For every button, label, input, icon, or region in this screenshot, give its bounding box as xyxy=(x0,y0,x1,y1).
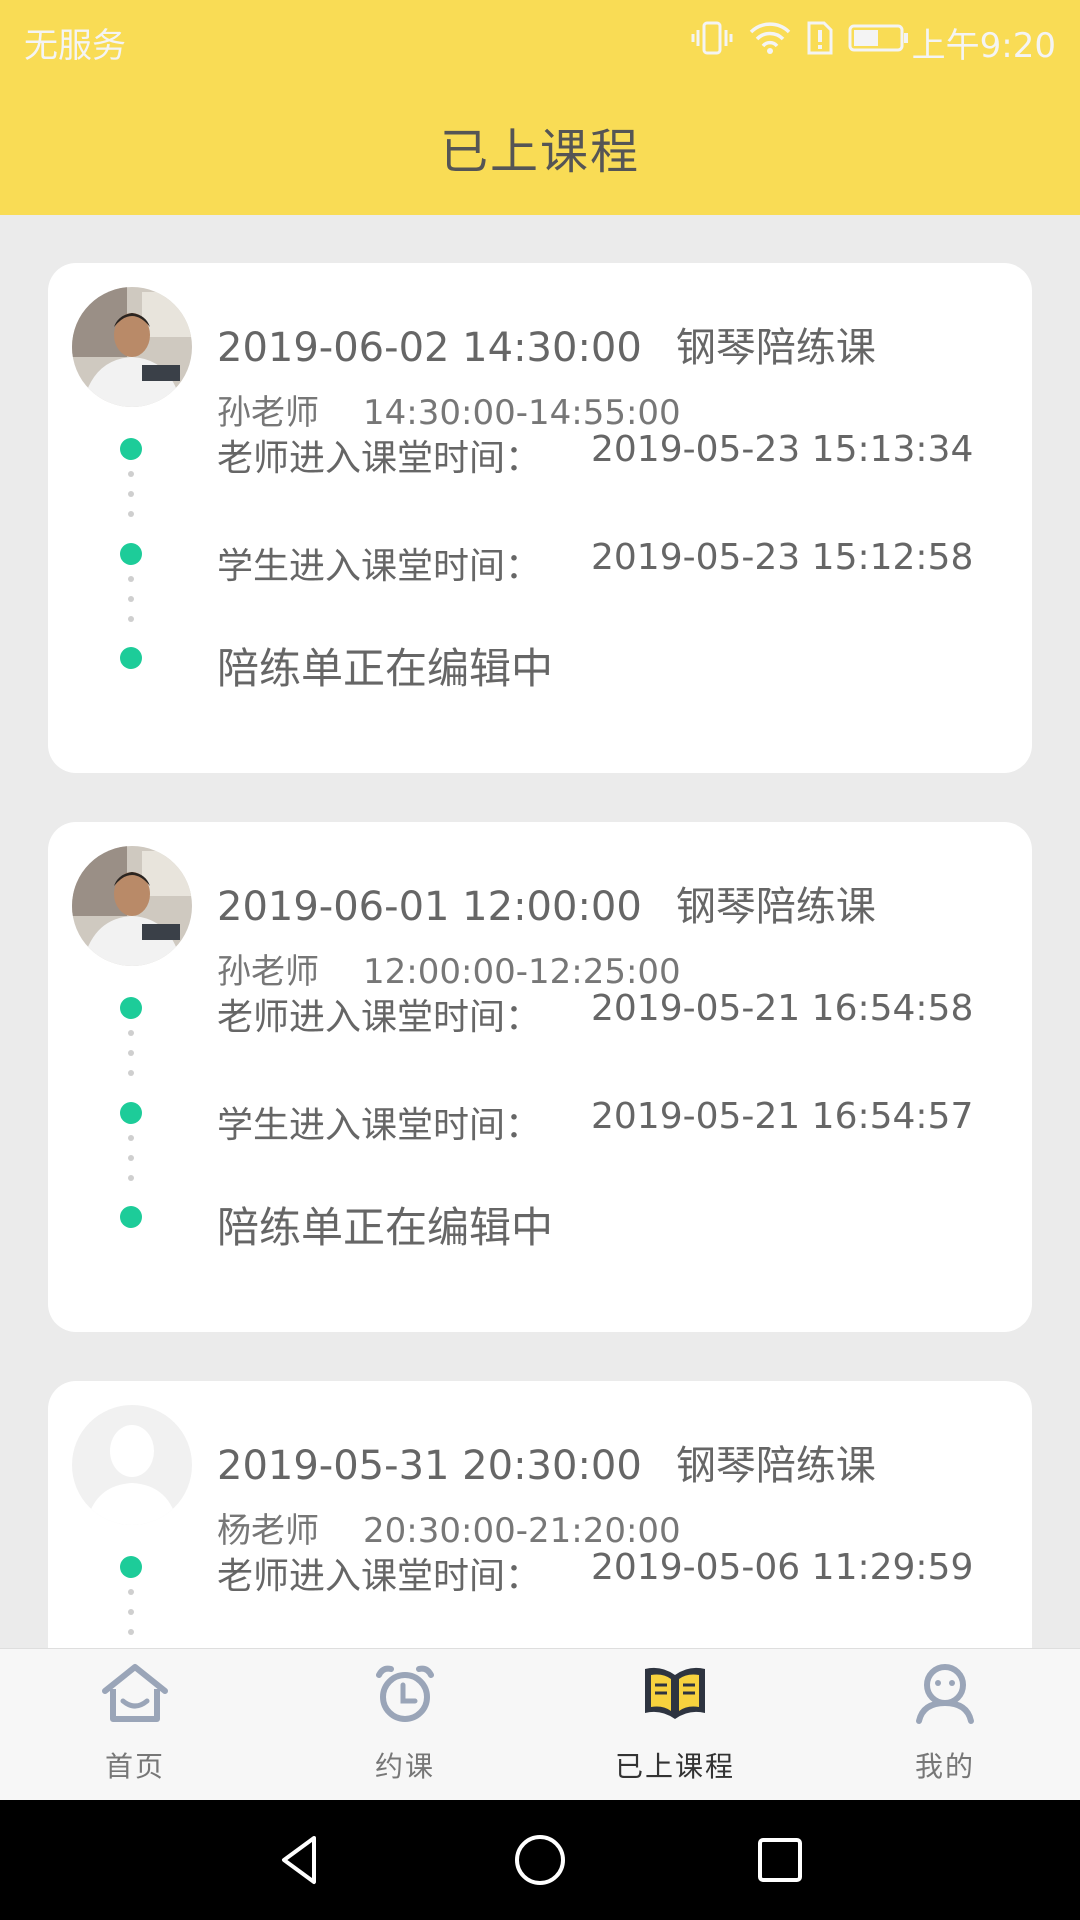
course-datetime: 2019-06-02 14:30:00 xyxy=(217,325,642,371)
timeline-dot xyxy=(120,1102,142,1124)
course-datetime: 2019-05-31 20:30:00 xyxy=(217,1443,642,1489)
teacher-enter-label: 老师进入课堂时间： xyxy=(217,997,542,1038)
tab-home-label: 首页 xyxy=(104,1750,165,1783)
course-time-range: 12:00:00-12:25:00 xyxy=(363,952,681,992)
carrier-text: 无服务 xyxy=(24,26,126,66)
status-icons xyxy=(690,18,910,58)
open-book-icon xyxy=(645,1667,705,1719)
sim-alert-icon xyxy=(807,21,833,55)
status-bar: 无服务 上午9:20 xyxy=(0,0,1080,75)
tab-completed-courses-label: 已上课程 xyxy=(614,1750,735,1783)
course-header: 2019-06-01 12:00:00 钢琴陪练课 xyxy=(217,874,876,932)
timeline-connector xyxy=(128,1030,134,1090)
recents-icon[interactable] xyxy=(750,1830,810,1890)
student-enter-row: 学生进入课堂时间： 2019-05-23 15:12:58 xyxy=(217,537,973,589)
timeline-dot xyxy=(120,647,142,669)
tab-home[interactable]: 首页 xyxy=(0,1649,270,1801)
teacher-name: 孙老师 xyxy=(217,952,319,992)
course-list[interactable]: 2019-06-02 14:30:00 钢琴陪练课 孙老师 14:30:00-14:… xyxy=(0,215,1080,1648)
timeline-dot xyxy=(120,1556,142,1578)
teacher-enter-time: 2019-05-23 15:13:34 xyxy=(591,429,974,470)
teacher-enter-label: 老师进入课堂时间： xyxy=(217,1556,542,1597)
default-avatar xyxy=(72,1405,192,1525)
teacher-enter-label: 老师进入课堂时间： xyxy=(217,438,542,479)
student-enter-label: 学生进入课堂时间： xyxy=(217,546,542,587)
user-icon xyxy=(916,1664,974,1724)
timeline-connector xyxy=(128,471,134,531)
timeline-connector xyxy=(128,576,134,636)
teacher-name: 孙老师 xyxy=(217,393,319,433)
tab-book-class[interactable]: 约课 xyxy=(270,1649,540,1801)
tab-book-class-label: 约课 xyxy=(374,1750,435,1783)
course-card[interactable]: 2019-06-01 12:00:00 钢琴陪练课 孙老师 12:00:00-12:… xyxy=(48,822,1032,1332)
course-datetime: 2019-06-01 12:00:00 xyxy=(217,884,642,930)
page-title: 已上课程 xyxy=(439,124,640,180)
app-header: 无服务 上午9:20 已上课程 xyxy=(0,0,1080,215)
course-header: 2019-05-31 20:30:00 钢琴陪练课 xyxy=(217,1433,876,1491)
student-enter-time: 2019-05-23 15:12:58 xyxy=(591,537,974,578)
course-subheader: 杨老师 20:30:00-21:20:00 xyxy=(217,1503,681,1552)
course-subheader: 孙老师 14:30:00-14:55:00 xyxy=(217,385,681,434)
course-header: 2019-06-02 14:30:00 钢琴陪练课 xyxy=(217,315,876,373)
back-icon[interactable] xyxy=(270,1830,330,1890)
timeline-connector xyxy=(128,1135,134,1195)
course-time-range: 20:30:00-21:20:00 xyxy=(363,1511,681,1551)
wifi-icon xyxy=(749,22,791,54)
home-icon xyxy=(102,1664,168,1722)
practice-sheet-status: 陪练单正在编辑中 xyxy=(217,644,554,693)
timeline-dot xyxy=(120,543,142,565)
bottom-tab-bar: 首页 约课 已上课程 我的 xyxy=(0,1648,1080,1800)
vibrate-icon xyxy=(691,21,733,55)
tab-mine[interactable]: 我的 xyxy=(810,1649,1080,1801)
course-card[interactable]: 2019-06-02 14:30:00 钢琴陪练课 孙老师 14:30:00-14:… xyxy=(48,263,1032,773)
course-time-range: 14:30:00-14:55:00 xyxy=(363,393,681,433)
tab-mine-label: 我的 xyxy=(914,1750,975,1783)
teacher-name: 杨老师 xyxy=(217,1511,319,1551)
timeline-dot xyxy=(120,1206,142,1228)
teacher-enter-time: 2019-05-06 11:29:59 xyxy=(591,1547,974,1588)
teacher-enter-row: 老师进入课堂时间： 2019-05-21 16:54:58 xyxy=(217,988,973,1040)
teacher-enter-row: 老师进入课堂时间： 2019-05-06 11:29:59 xyxy=(217,1547,973,1599)
home-circle-icon[interactable] xyxy=(510,1830,570,1890)
clock-text: 上午9:20 xyxy=(911,26,1056,66)
alarm-clock-icon xyxy=(376,1665,434,1722)
timeline-connector xyxy=(128,1589,134,1648)
battery-icon xyxy=(848,24,908,52)
teacher-avatar xyxy=(72,287,192,407)
teacher-enter-row: 老师进入课堂时间： 2019-05-23 15:13:34 xyxy=(217,429,973,481)
course-type: 钢琴陪练课 xyxy=(675,884,876,930)
teacher-enter-time: 2019-05-21 16:54:58 xyxy=(591,988,974,1029)
timeline-dot xyxy=(120,997,142,1019)
student-enter-label: 学生进入课堂时间： xyxy=(217,1105,542,1146)
course-subheader: 孙老师 12:00:00-12:25:00 xyxy=(217,944,681,993)
course-card[interactable]: 2019-05-31 20:30:00 钢琴陪练课 杨老师 20:30:00-21:… xyxy=(48,1381,1032,1648)
course-type: 钢琴陪练课 xyxy=(675,325,876,371)
timeline-dot xyxy=(120,438,142,460)
student-enter-time: 2019-05-21 16:54:57 xyxy=(591,1096,974,1137)
student-enter-row: 学生进入课堂时间： 2019-05-21 16:54:57 xyxy=(217,1096,973,1148)
system-nav-bar xyxy=(0,1800,1080,1920)
teacher-avatar xyxy=(72,846,192,966)
course-type: 钢琴陪练课 xyxy=(675,1443,876,1489)
tab-completed-courses[interactable]: 已上课程 xyxy=(540,1649,810,1801)
practice-sheet-status: 陪练单正在编辑中 xyxy=(217,1203,554,1252)
